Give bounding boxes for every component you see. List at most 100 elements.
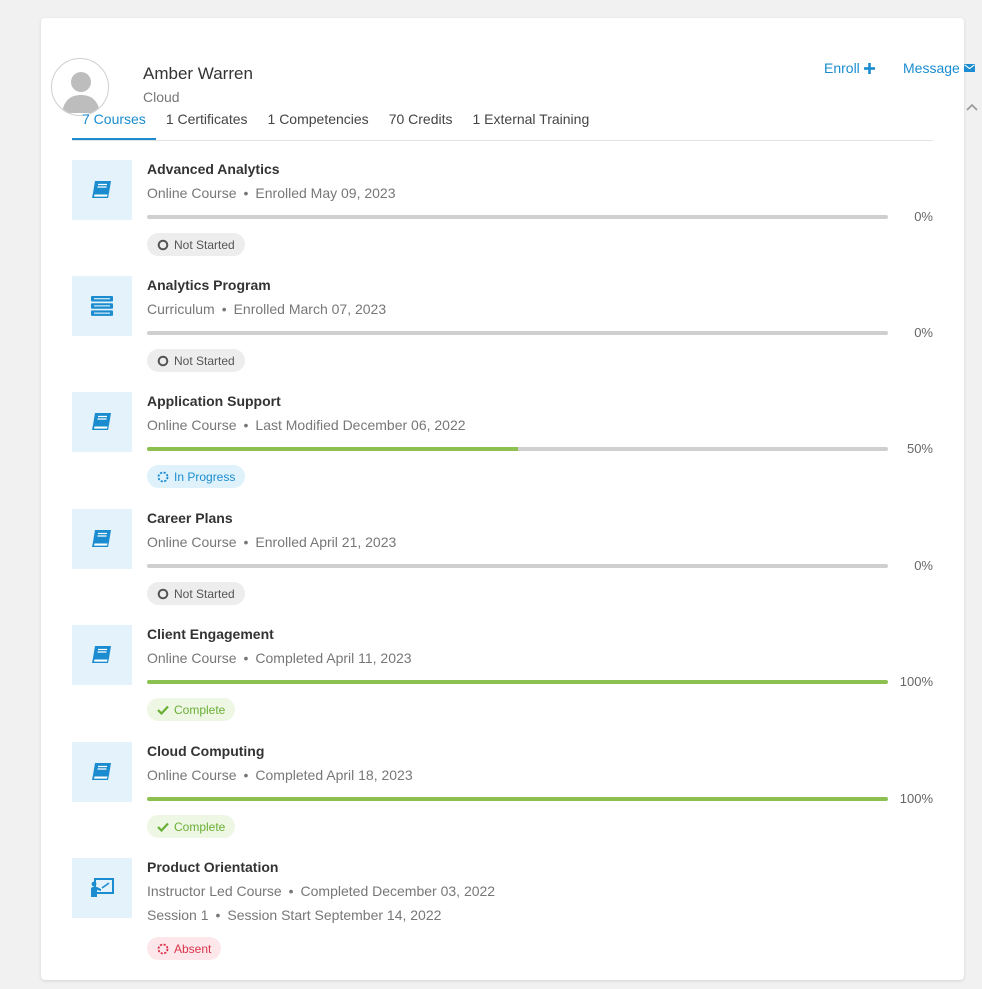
course-title[interactable]: Analytics Program: [147, 277, 271, 293]
course-meta: Online Course • Enrolled April 21, 2023: [147, 534, 396, 550]
list-item[interactable]: Career Plans Online Course • Enrolled Apri…: [72, 509, 933, 609]
status-label: Complete: [174, 819, 226, 834]
course-meta: Online Course • Completed April 18, 2023: [147, 767, 413, 783]
list-item[interactable]: Client Engagement Online Course • Complete…: [72, 625, 933, 725]
course-type: Online Course: [147, 534, 237, 550]
circle-outline-icon: [157, 588, 169, 599]
message-label: Message: [903, 60, 960, 76]
separator-dot: •: [243, 417, 249, 433]
course-meta: Instructor Led Course • Completed December…: [147, 883, 495, 899]
course-type: Instructor Led Course: [147, 883, 282, 899]
tab-external-training[interactable]: 1 External Training: [463, 109, 600, 139]
course-title[interactable]: Product Orientation: [147, 859, 278, 875]
course-meta: Online Course • Completed April 11, 2023: [147, 650, 412, 666]
status-label: Complete: [174, 702, 226, 717]
chevron-up-icon[interactable]: [964, 100, 980, 114]
progress-bar: [147, 331, 888, 335]
course-thumbnail: [72, 509, 132, 569]
book-icon: [92, 763, 111, 780]
progress-bar: [147, 680, 888, 684]
progress-bar: [147, 215, 888, 219]
progress-fill: [147, 797, 888, 801]
course-type: Curriculum: [147, 301, 215, 317]
tab-certificates[interactable]: 1 Certificates: [156, 109, 258, 139]
tab-credits[interactable]: 70 Credits: [379, 109, 463, 139]
checkmark-icon: [157, 705, 169, 715]
status-badge: Absent: [147, 937, 222, 960]
progress-bar: [147, 447, 888, 451]
tab-courses[interactable]: 7 Courses: [72, 109, 156, 140]
circle-outline-icon: [157, 239, 169, 250]
list-item[interactable]: Product Orientation Instructor Led Cours…: [72, 858, 933, 968]
session-name: Session 1: [147, 907, 209, 923]
course-thumbnail: [72, 742, 132, 802]
avatar: [51, 58, 109, 116]
status-badge: Complete: [147, 815, 236, 838]
enroll-label: Enroll: [824, 60, 860, 76]
course-thumbnail: [72, 276, 132, 336]
tab-bar: 7 Courses 1 Certificates 1 Competencies …: [72, 109, 933, 141]
message-button[interactable]: Message: [903, 60, 975, 76]
course-thumbnail: [72, 160, 132, 220]
plus-icon: [863, 62, 875, 74]
book-icon: [92, 646, 111, 663]
status-badge: Not Started: [147, 233, 245, 256]
status-label: Not Started: [174, 237, 235, 252]
course-thumbnail: [72, 625, 132, 685]
course-thumbnail: [72, 392, 132, 452]
status-badge: Not Started: [147, 349, 245, 372]
progress-percent: 0%: [914, 325, 933, 340]
progress-fill: [147, 680, 888, 684]
user-name: Amber Warren: [143, 64, 253, 83]
course-title[interactable]: Advanced Analytics: [147, 161, 280, 177]
separator-dot: •: [221, 301, 227, 317]
progress-percent: 50%: [906, 441, 933, 456]
course-title[interactable]: Application Support: [147, 393, 281, 409]
course-meta: Curriculum • Enrolled March 07, 2023: [147, 301, 386, 317]
course-type: Online Course: [147, 650, 237, 666]
course-date: Last Modified December 06, 2022: [255, 417, 466, 433]
course-date: Completed April 11, 2023: [255, 650, 412, 666]
envelope-icon: [963, 64, 975, 72]
stack-icon: [91, 296, 113, 316]
list-item[interactable]: Advanced Analytics Online Course • Enrolle…: [72, 160, 933, 260]
course-title[interactable]: Client Engagement: [147, 626, 274, 642]
progress-percent: 100%: [899, 791, 933, 806]
separator-dot: •: [243, 534, 249, 550]
status-label: Absent: [174, 941, 212, 956]
course-date: Enrolled May 09, 2023: [255, 185, 396, 201]
course-meta: Online Course • Last Modified December 06,…: [147, 417, 466, 433]
course-date: Enrolled March 07, 2023: [233, 301, 387, 317]
list-item[interactable]: Cloud Computing Online Course • Completed …: [72, 742, 933, 842]
course-title[interactable]: Cloud Computing: [147, 743, 264, 759]
user-subtitle: Cloud: [143, 89, 180, 105]
list-item[interactable]: Analytics Program Curriculum • Enrolled Ma…: [72, 276, 933, 376]
progress-percent: 100%: [899, 674, 933, 689]
list-item[interactable]: Application Support Online Course • Last M…: [72, 392, 933, 492]
progress-percent: 0%: [914, 558, 933, 573]
course-type: Online Course: [147, 417, 237, 433]
separator-dot: •: [243, 650, 249, 666]
separator-dot: •: [243, 185, 249, 201]
progress-bar: [147, 564, 888, 568]
spinner-icon: [157, 943, 169, 954]
tab-competencies[interactable]: 1 Competencies: [258, 109, 379, 139]
status-badge: Complete: [147, 698, 236, 721]
status-label: Not Started: [174, 586, 235, 601]
status-label: In Progress: [174, 469, 236, 484]
checkmark-icon: [157, 822, 169, 832]
status-label: Not Started: [174, 353, 235, 368]
course-thumbnail: [72, 858, 132, 918]
spinner-icon: [157, 471, 169, 482]
course-date: Completed December 03, 2022: [300, 883, 496, 899]
course-title[interactable]: Career Plans: [147, 510, 233, 526]
status-badge: Not Started: [147, 582, 245, 605]
session-date: Session Start September 14, 2022: [227, 907, 442, 923]
circle-outline-icon: [157, 355, 169, 366]
session-meta: Session 1 • Session Start September 14, 20…: [147, 907, 441, 923]
course-type: Online Course: [147, 767, 237, 783]
enroll-button[interactable]: Enroll: [824, 60, 875, 76]
separator-dot: •: [288, 883, 294, 899]
progress-fill: [147, 447, 518, 451]
status-badge: In Progress: [147, 465, 246, 488]
